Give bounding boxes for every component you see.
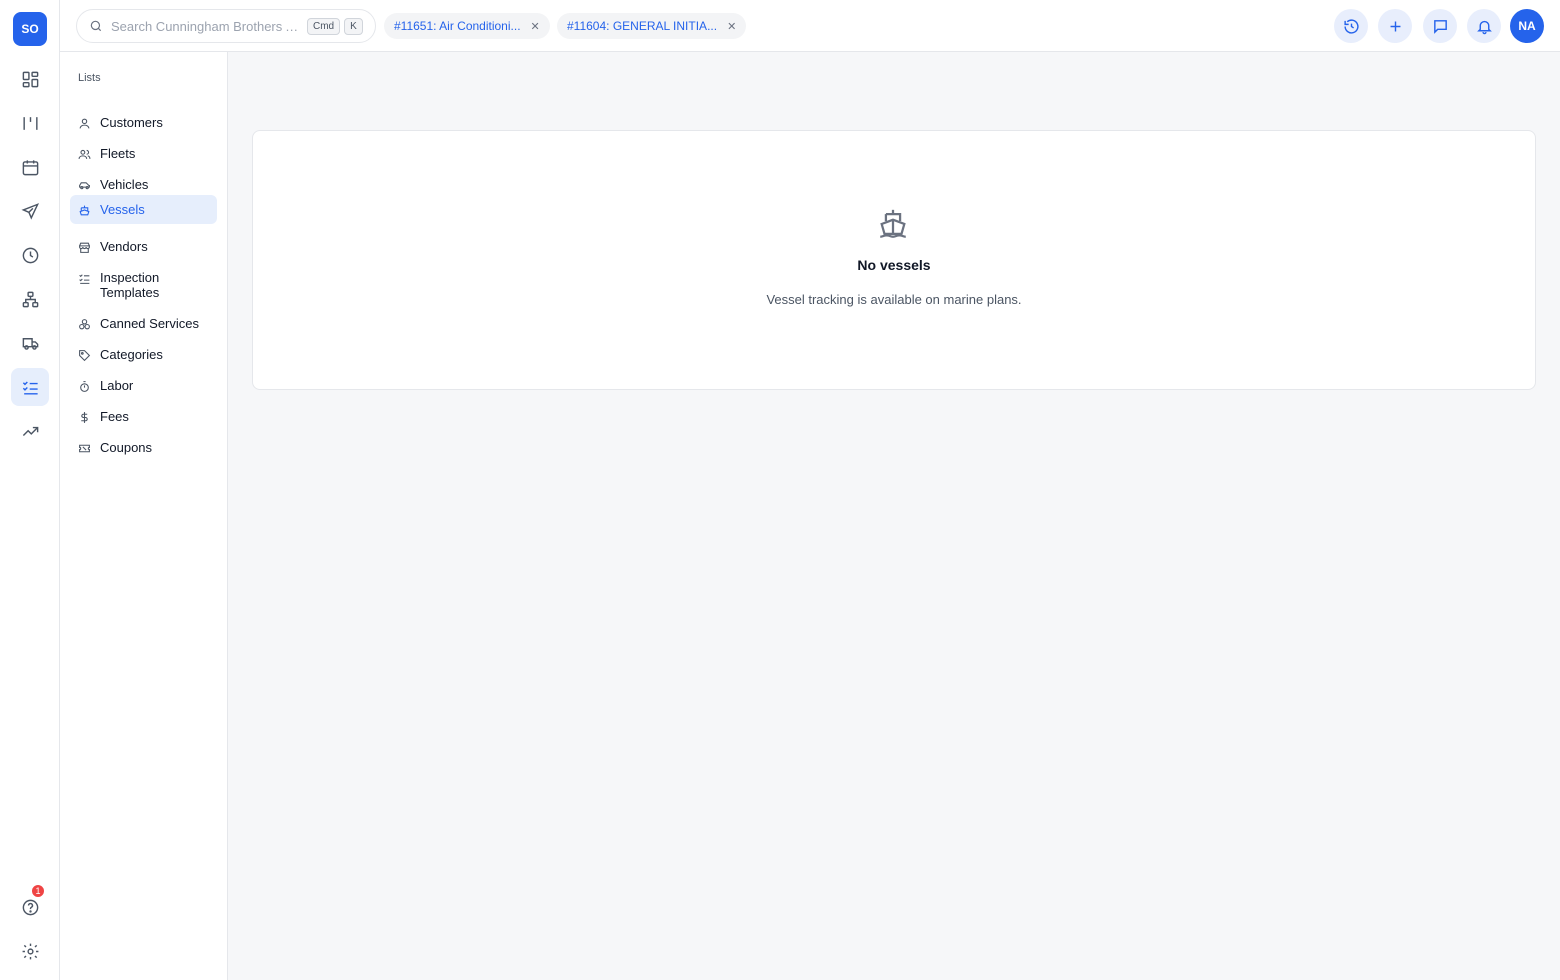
org-nav-button[interactable]: [11, 280, 49, 318]
send-icon: [20, 202, 39, 220]
time-nav-button[interactable]: [11, 236, 49, 274]
empty-state-message: Vessel tracking is available on marine p…: [766, 292, 1022, 307]
sidebar-item-fleets[interactable]: Fleets: [70, 139, 217, 168]
notifications-button[interactable]: [1467, 9, 1501, 43]
help-button[interactable]: 1: [11, 884, 49, 926]
hierarchy-icon: [22, 291, 38, 307]
clock-icon: [22, 247, 38, 263]
dollar-icon: [81, 412, 88, 423]
calendar-icon: [22, 159, 38, 175]
fleet-nav-button[interactable]: [11, 324, 49, 362]
open-tab-label: #11651: Air Conditioni...: [394, 19, 521, 33]
sidebar-item-customers[interactable]: Customers: [70, 108, 217, 137]
open-tab[interactable]: #11651: Air Conditioni... ✕: [384, 13, 550, 39]
sidebar-item-label: Fleets: [100, 146, 136, 161]
search-icon: [90, 20, 102, 32]
shortcut-k-key: K: [344, 17, 363, 35]
sidebar-item-label: Canned Services: [100, 316, 199, 331]
plus-icon: [1390, 21, 1400, 31]
sidebar-item-labor[interactable]: Labor: [70, 371, 217, 400]
close-icon[interactable]: ✕: [727, 20, 736, 33]
chat-button[interactable]: [1423, 9, 1457, 43]
help-circle-icon: [22, 899, 38, 915]
bell-icon: [1476, 20, 1492, 34]
sidebar-item-coupons[interactable]: Coupons: [70, 433, 217, 462]
sidebar-item-categories[interactable]: Categories: [70, 340, 217, 369]
checklist-icon: [79, 274, 90, 284]
history-button[interactable]: [1334, 9, 1368, 43]
tag-icon: [79, 350, 91, 362]
users-icon: [78, 149, 91, 159]
store-icon: [79, 242, 90, 253]
sidebar-heading: Lists: [78, 72, 101, 84]
boxes-icon: [79, 319, 90, 330]
open-tab[interactable]: #11604: GENERAL INITIA... ✕: [557, 13, 747, 39]
lists-nav-button[interactable]: [11, 368, 49, 406]
sidebar-item-label: Categories: [100, 347, 163, 362]
sidebar-item-label: Customers: [100, 115, 163, 130]
sidebar-item-label: Vessels: [100, 202, 145, 217]
sidebar-item-fees[interactable]: Fees: [70, 402, 217, 431]
workspace-logo[interactable]: SO: [13, 12, 47, 46]
reports-nav-button[interactable]: [11, 412, 49, 450]
sidebar-item-label: Fees: [100, 409, 129, 424]
avatar[interactable]: NA: [1510, 9, 1544, 43]
truck-icon: [22, 337, 38, 350]
sidebar-item-label: Vendors: [100, 239, 148, 254]
history-icon: [1343, 18, 1359, 34]
search-placeholder: Search Cunningham Brothers A...: [111, 18, 301, 34]
lists-sidebar: Lists Customers Fleets Vehicles Vessels …: [60, 52, 228, 980]
ship-icon: [79, 205, 90, 216]
close-icon[interactable]: ✕: [531, 20, 540, 33]
gear-icon: [22, 943, 38, 959]
global-search[interactable]: Search Cunningham Brothers A... Cmd K: [76, 9, 376, 43]
ship-icon: [880, 209, 906, 238]
columns-icon: [22, 116, 38, 130]
dashboard-nav-button[interactable]: [11, 60, 49, 98]
calendar-nav-button[interactable]: [11, 148, 49, 186]
sidebar-item-label: Inspection Templates: [100, 270, 160, 300]
left-rail: SO 1: [0, 0, 60, 980]
timer-icon: [80, 381, 89, 392]
vessels-empty-state: No vessels Vessel tracking is available …: [252, 130, 1536, 390]
grid-icon: [22, 71, 38, 87]
sidebar-item-inspection-templates[interactable]: Inspection Templates: [70, 263, 217, 307]
user-icon: [79, 118, 90, 129]
sidebar-item-vendors[interactable]: Vendors: [70, 232, 217, 261]
message-square-icon: [1433, 19, 1447, 34]
open-tab-label: #11604: GENERAL INITIA...: [567, 19, 718, 33]
car-icon: [79, 182, 90, 190]
workflow-nav-button[interactable]: [11, 104, 49, 142]
sidebar-item-label: Coupons: [100, 440, 153, 455]
sidebar-item-vessels[interactable]: Vessels: [70, 195, 217, 224]
trending-up-icon: [22, 426, 38, 436]
messages-nav-button[interactable]: [11, 192, 49, 230]
ticket-icon: [79, 444, 90, 453]
shortcut-cmd-key: Cmd: [307, 17, 341, 35]
settings-button[interactable]: [11, 932, 49, 970]
top-bar: Search Cunningham Brothers A... Cmd K #1…: [60, 0, 1560, 52]
empty-state-title: No vessels: [857, 257, 931, 273]
sidebar-item-label: Vehicles: [100, 177, 149, 192]
sidebar-item-canned-services[interactable]: Canned Services: [70, 309, 217, 338]
notification-count-badge: 1: [31, 884, 45, 898]
create-button[interactable]: [1378, 9, 1412, 43]
checklist-icon: [22, 380, 38, 395]
sidebar-item-label: Labor: [100, 378, 134, 393]
